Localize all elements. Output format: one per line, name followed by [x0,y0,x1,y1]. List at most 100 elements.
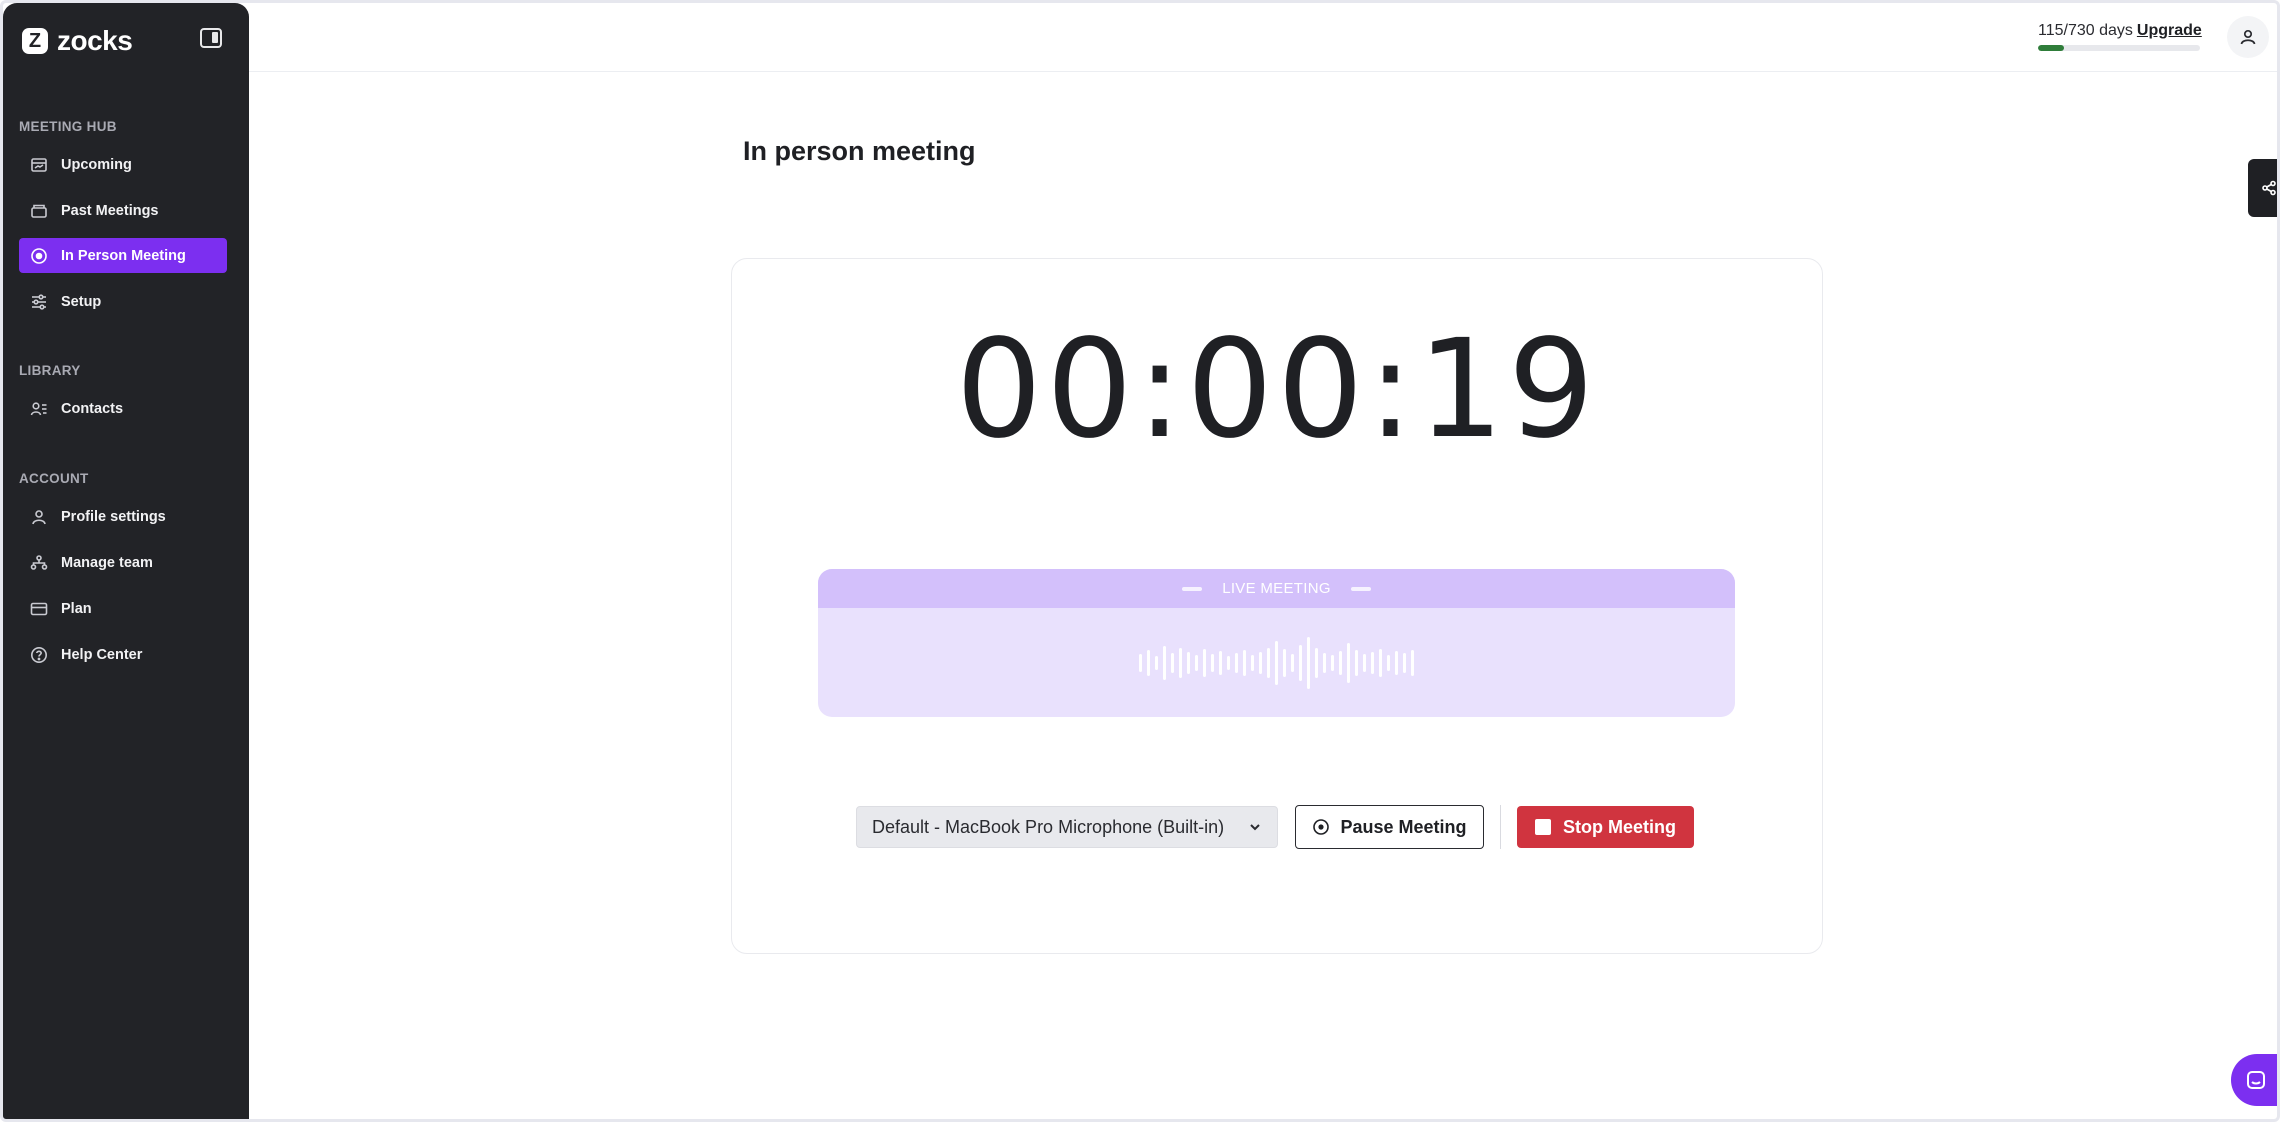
chat-icon [2247,1071,2265,1089]
waveform-bar [1355,649,1358,676]
waveform-bar [1323,652,1326,673]
waveform-bar [1411,649,1414,676]
live-meeting-panel: LIVE MEETING [818,569,1735,717]
sidebar-item-help-center[interactable]: Help Center [19,637,227,672]
sidebar-item-in-person-meeting[interactable]: In Person Meeting [19,238,227,273]
dash-decoration [1350,586,1371,591]
waveform-bar [1251,654,1254,671]
trial-progress-fill [2038,45,2064,51]
pause-meeting-label: Pause Meeting [1340,816,1467,837]
dash-decoration [1182,586,1203,591]
microphone-select[interactable]: Default - MacBook Pro Microphone (Built-… [856,806,1278,848]
page-title: In person meeting [743,136,976,166]
help-icon [30,646,48,664]
waveform-bar [1275,640,1278,685]
sidebar-item-label: Plan [61,600,92,617]
waveform-bar [1259,651,1262,674]
sidebar-item-label: Manage team [61,554,153,571]
waveform-bar [1291,653,1294,672]
record-icon [1313,819,1330,835]
trial-status: 115/730 days Upgrade [2038,22,2202,40]
stop-meeting-label: Stop Meeting [1563,816,1676,837]
microphone-select-value: Default - MacBook Pro Microphone (Built-… [872,816,1225,837]
calendar-icon [30,156,48,174]
waveform-bar [1299,644,1302,681]
sidebar-item-profile-settings[interactable]: Profile settings [19,499,227,534]
waveform-bar [1363,653,1366,672]
sidebar: Z zocks MEETING HUB Upcoming Past Meetin… [3,3,249,1119]
card-icon [30,600,48,618]
section-title-library: LIBRARY [19,363,81,378]
trial-progress-bar [2038,45,2200,51]
stop-icon [1535,819,1551,835]
sidebar-item-label: Contacts [61,400,124,417]
top-bar: 115/730 days Upgrade [249,3,2277,72]
waveform-bar [1203,648,1206,677]
section-title-meeting-hub: MEETING HUB [19,119,117,134]
waveform-bar [1163,645,1166,680]
waveform-bar [1347,642,1350,683]
waveform-bar [1267,647,1270,678]
sidebar-item-label: Past Meetings [61,202,159,219]
record-icon [30,247,48,265]
sliders-icon [30,293,48,311]
waveform-bar [1395,650,1398,675]
account-menu-button[interactable] [2227,16,2269,58]
team-icon [30,554,48,572]
audio-waveform [818,608,1735,717]
sidebar-item-contacts[interactable]: Contacts [19,391,227,426]
sidebar-item-plan[interactable]: Plan [19,591,227,626]
live-meeting-label: LIVE MEETING [1222,580,1331,597]
sidebar-item-label: In Person Meeting [61,247,186,264]
waveform-bar [1147,649,1150,676]
waveform-bar [1379,648,1382,677]
waveform-bar [1315,647,1318,678]
waveform-bar [1403,652,1406,673]
waveform-bar [1243,649,1246,676]
controls-divider [1500,805,1501,849]
sidebar-item-setup[interactable]: Setup [19,284,227,319]
waveform-bar [1227,655,1230,670]
waveform-bar [1179,647,1182,678]
waveform-bar [1371,651,1374,674]
logo[interactable]: Z zocks [22,25,133,57]
waveform-bar [1235,652,1238,673]
pause-meeting-button[interactable]: Pause Meeting [1295,805,1484,849]
logo-text: zocks [57,25,133,56]
user-icon [2240,29,2256,45]
sidebar-item-past-meetings[interactable]: Past Meetings [19,193,227,228]
sidebar-item-label: Upcoming [61,156,132,173]
upgrade-link[interactable]: Upgrade [2137,22,2202,39]
share-icon [2262,180,2276,196]
meeting-timer: 00:00:19 [731,322,1823,458]
live-meeting-header: LIVE MEETING [818,569,1735,608]
timer-text: 00:00:19 [955,311,1599,469]
waveform-bar [1187,651,1190,674]
user-icon [30,508,48,526]
sidebar-item-manage-team[interactable]: Manage team [19,545,227,580]
waveform-bar [1219,650,1222,675]
waveform-bar [1155,655,1158,670]
section-title-account: ACCOUNT [19,471,89,486]
sidebar-item-upcoming[interactable]: Upcoming [19,147,227,182]
waveform-bar [1195,654,1198,671]
waveform-bar [1331,654,1334,671]
waveform-bar [1339,650,1342,675]
sidebar-item-label: Profile settings [61,508,166,525]
trial-days-text: 115/730 days [2038,22,2133,39]
sidebar-collapse-icon[interactable] [200,28,222,48]
contacts-icon [30,400,48,418]
sidebar-item-label: Help Center [61,646,143,663]
waveform-bar [1387,654,1390,671]
waveform-bar [1211,653,1214,672]
meeting-controls: Default - MacBook Pro Microphone (Built-… [856,805,1694,849]
folder-icon [30,202,48,220]
waveform-bar [1171,652,1174,673]
chat-support-button[interactable] [2231,1054,2280,1106]
chevron-down-icon [1250,824,1260,831]
waveform-bar [1307,636,1310,689]
waveform-bar [1283,648,1286,677]
waveform-bar [1139,653,1142,672]
share-tab[interactable] [2248,159,2280,217]
stop-meeting-button[interactable]: Stop Meeting [1517,806,1694,848]
